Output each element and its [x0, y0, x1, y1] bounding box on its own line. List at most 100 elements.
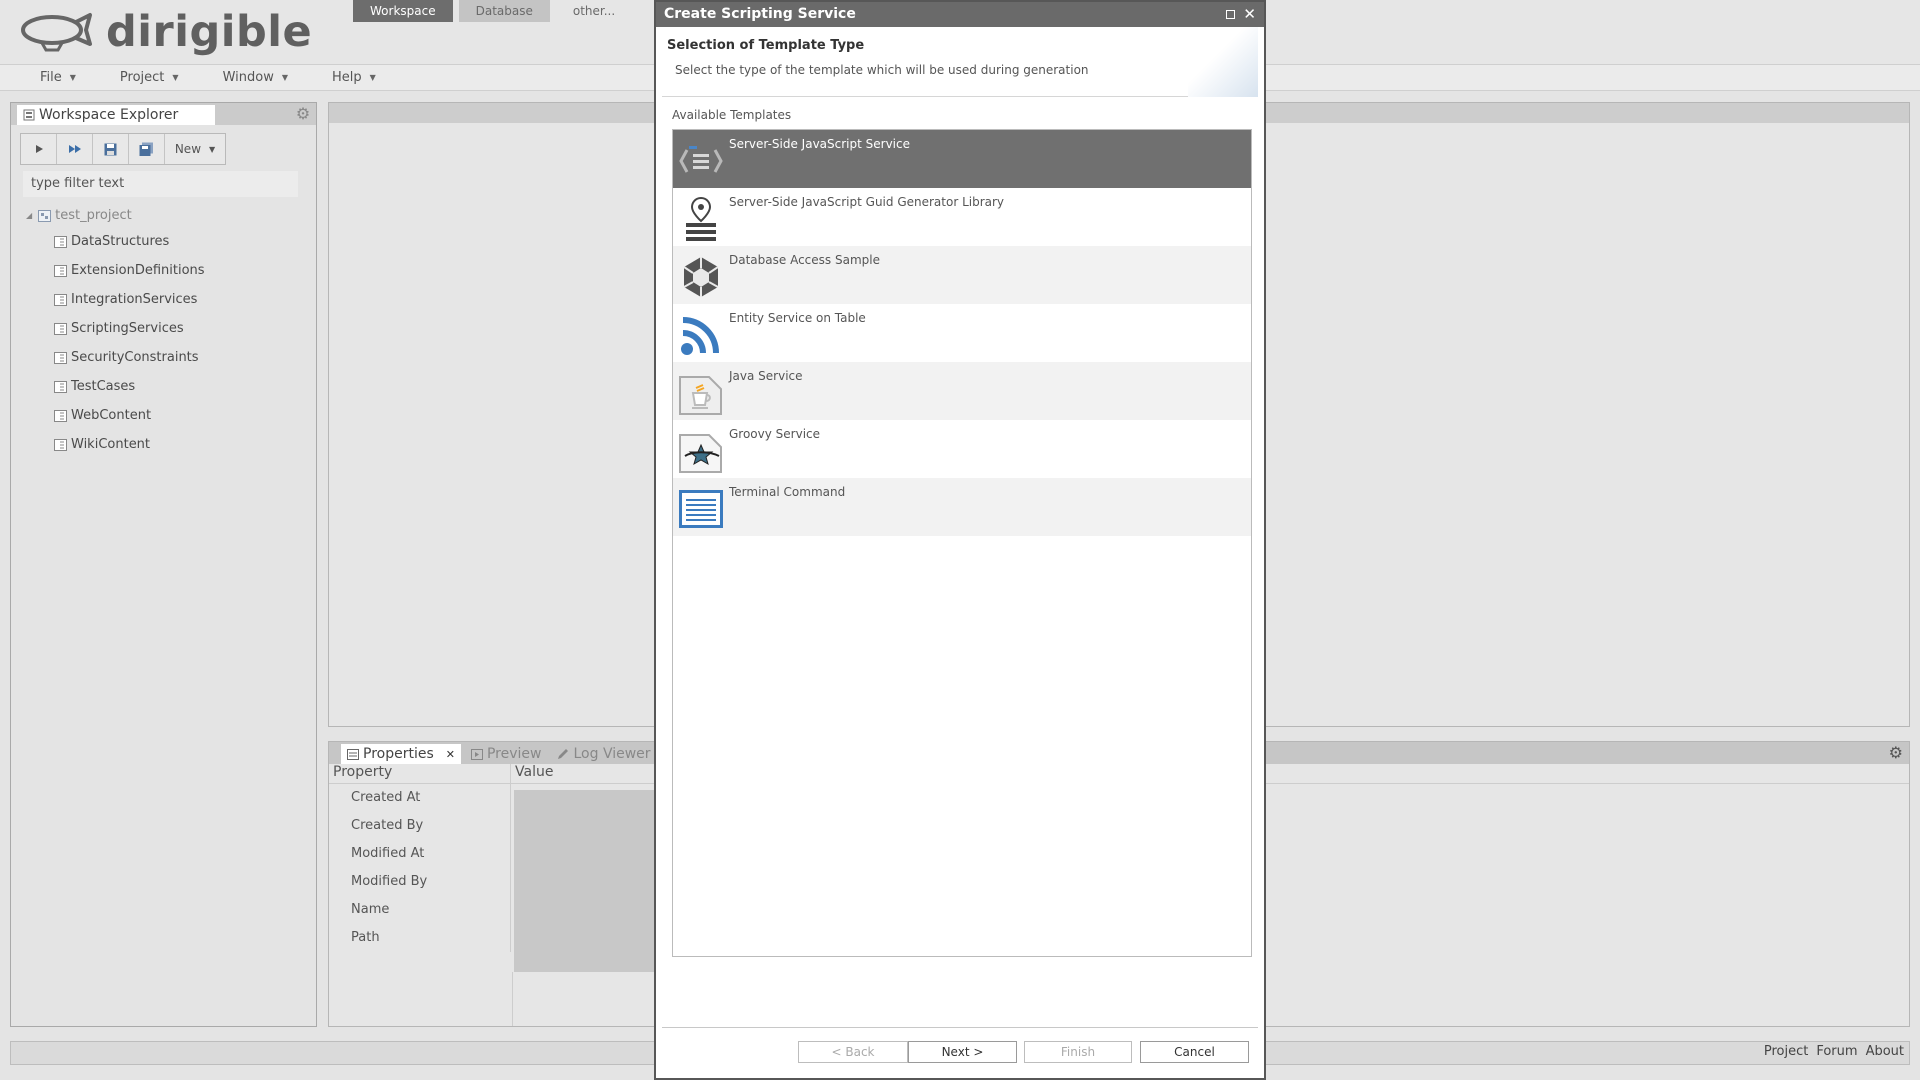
cancel-button[interactable]: Cancel	[1140, 1041, 1249, 1063]
terminal-icon	[679, 484, 723, 534]
save-icon	[104, 143, 117, 155]
gear-icon[interactable]: ⚙	[294, 105, 312, 123]
template-list: Server-Side JavaScript Service Server-Si…	[672, 129, 1252, 957]
perspective-tabs: Workspace Database other...	[353, 0, 638, 22]
close-icon[interactable]: ✕	[446, 748, 455, 761]
menu-help[interactable]: Help ▼	[332, 70, 376, 85]
menu-window[interactable]: Window ▼	[223, 70, 288, 85]
database-cube-icon	[679, 252, 723, 302]
finish-button[interactable]: Finish	[1024, 1041, 1132, 1063]
back-button[interactable]: < Back	[798, 1041, 908, 1063]
new-dropdown-button[interactable]: New ▼	[165, 134, 225, 164]
save-button[interactable]	[93, 134, 129, 164]
tab-properties[interactable]: Properties ✕	[341, 744, 461, 764]
save-all-button[interactable]	[129, 134, 165, 164]
list-item-guid-generator-library[interactable]: Server-Side JavaScript Guid Generator Li…	[673, 188, 1251, 246]
tree-item-webcontent[interactable]: WebContent	[11, 401, 316, 430]
list-item-java-service[interactable]: Java Service	[673, 362, 1251, 420]
dialog-title-bar[interactable]: Create Scripting Service ✕	[656, 2, 1264, 27]
property-name: Name	[329, 896, 511, 924]
tab-log-viewer-label: Log Viewer	[573, 746, 651, 762]
next-button[interactable]: Next >	[908, 1041, 1017, 1063]
dialog-separator	[662, 1027, 1258, 1028]
dialog-button-bar: < Back Next > Finish Cancel	[798, 1041, 1249, 1063]
run-all-button[interactable]	[57, 134, 93, 164]
tree-item-label: WikiContent	[71, 437, 151, 452]
tree-item-datastructures[interactable]: DataStructures	[11, 227, 316, 256]
airship-icon	[21, 13, 92, 52]
menu-project[interactable]: Project ▼	[120, 70, 179, 85]
link-forum[interactable]: Forum	[1816, 1044, 1857, 1059]
create-scripting-service-dialog: Create Scripting Service ✕ Selection of …	[654, 0, 1266, 1080]
property-name: Path	[329, 924, 511, 952]
template-name: Database Access Sample	[729, 253, 880, 267]
preview-icon	[470, 748, 483, 760]
tree-item-integrationservices[interactable]: IntegrationServices	[11, 285, 316, 314]
tab-database[interactable]: Database	[458, 0, 550, 22]
tree-item-scriptingservices[interactable]: ScriptingServices	[11, 314, 316, 343]
list-item-server-side-javascript-service[interactable]: Server-Side JavaScript Service	[673, 130, 1251, 188]
status-links: Project Forum About	[1756, 1044, 1904, 1059]
template-name: Server-Side JavaScript Guid Generator Li…	[729, 195, 1005, 209]
tree-item-securityconstraints[interactable]: SecurityConstraints	[11, 343, 316, 372]
chevron-down-icon: ▼	[172, 73, 179, 82]
tree-item-label: ExtensionDefinitions	[71, 263, 205, 278]
save-all-icon	[139, 142, 153, 156]
list-item-database-access-sample[interactable]: Database Access Sample	[673, 246, 1251, 304]
list-item-terminal-command[interactable]: Terminal Command	[673, 478, 1251, 536]
tab-properties-label: Properties	[363, 746, 434, 762]
dirigible-logo: dirigible	[20, 7, 312, 57]
explorer-header: Workspace Explorer ⚙	[11, 103, 316, 125]
tab-other[interactable]: other...	[556, 0, 632, 22]
menu-help-label: Help	[331, 70, 362, 85]
tab-log-viewer[interactable]: Log Viewer	[551, 744, 656, 764]
menu-window-label: Window	[222, 70, 274, 85]
tree-item-label: ScriptingServices	[71, 321, 184, 336]
tree-item-testcases[interactable]: TestCases	[11, 372, 316, 401]
menu-project-label: Project	[119, 70, 165, 85]
folder-icon	[54, 265, 67, 277]
tree-item-extensiondefinitions[interactable]: ExtensionDefinitions	[11, 256, 316, 285]
tree-item-label: SecurityConstraints	[71, 350, 199, 365]
property-name: Modified At	[329, 840, 511, 868]
fast-forward-icon	[68, 145, 81, 153]
gear-icon[interactable]: ⚙	[1889, 743, 1903, 762]
run-button[interactable]	[21, 134, 57, 164]
folder-icon	[54, 410, 67, 422]
chevron-down-icon: ▼	[209, 144, 216, 154]
tree-item-label: TestCases	[71, 379, 136, 394]
play-icon	[35, 145, 43, 153]
tab-preview-label: Preview	[486, 746, 542, 762]
tab-preview[interactable]: Preview	[465, 744, 548, 764]
tree-item-label: DataStructures	[71, 234, 170, 249]
maximize-icon[interactable]	[1226, 10, 1236, 19]
property-column-header: Property	[329, 764, 511, 783]
list-item-groovy-service[interactable]: Groovy Service	[673, 420, 1251, 478]
tree-item-label: WebContent	[71, 408, 152, 423]
expand-triangle-icon[interactable]: ◢	[26, 211, 32, 220]
properties-icon	[347, 748, 359, 760]
project-icon	[38, 209, 52, 222]
tab-workspace[interactable]: Workspace	[353, 0, 453, 22]
workspace-explorer-panel: Workspace Explorer ⚙ New ▼ type filter te…	[10, 102, 317, 1027]
link-about[interactable]: About	[1866, 1044, 1904, 1059]
tree-root-label: test_project	[55, 207, 132, 223]
list-item-entity-service-on-table[interactable]: Entity Service on Table	[673, 304, 1251, 362]
project-tree: ◢ test_project DataStructures ExtensionD…	[11, 203, 316, 459]
tree-item-wikicontent[interactable]: WikiContent	[11, 430, 316, 459]
available-templates-label: Available Templates	[672, 108, 792, 122]
link-project[interactable]: Project	[1764, 1044, 1808, 1059]
value-column-header: Value	[515, 764, 554, 780]
menu-file[interactable]: File ▼	[40, 70, 76, 85]
wizard-page-description: Select the type of the template which wi…	[675, 63, 1089, 77]
filter-input[interactable]: type filter text	[23, 171, 298, 197]
guid-generator-icon	[679, 194, 723, 244]
rss-feed-icon	[679, 310, 723, 360]
menu-file-label: File	[40, 70, 62, 85]
tree-root-test-project[interactable]: ◢ test_project	[11, 203, 316, 227]
property-name: Modified By	[329, 868, 511, 896]
tab-workspace-explorer[interactable]: Workspace Explorer	[17, 105, 215, 125]
chevron-down-icon: ▼	[281, 73, 288, 82]
close-icon[interactable]: ✕	[1243, 2, 1256, 27]
new-label: New	[174, 142, 202, 156]
